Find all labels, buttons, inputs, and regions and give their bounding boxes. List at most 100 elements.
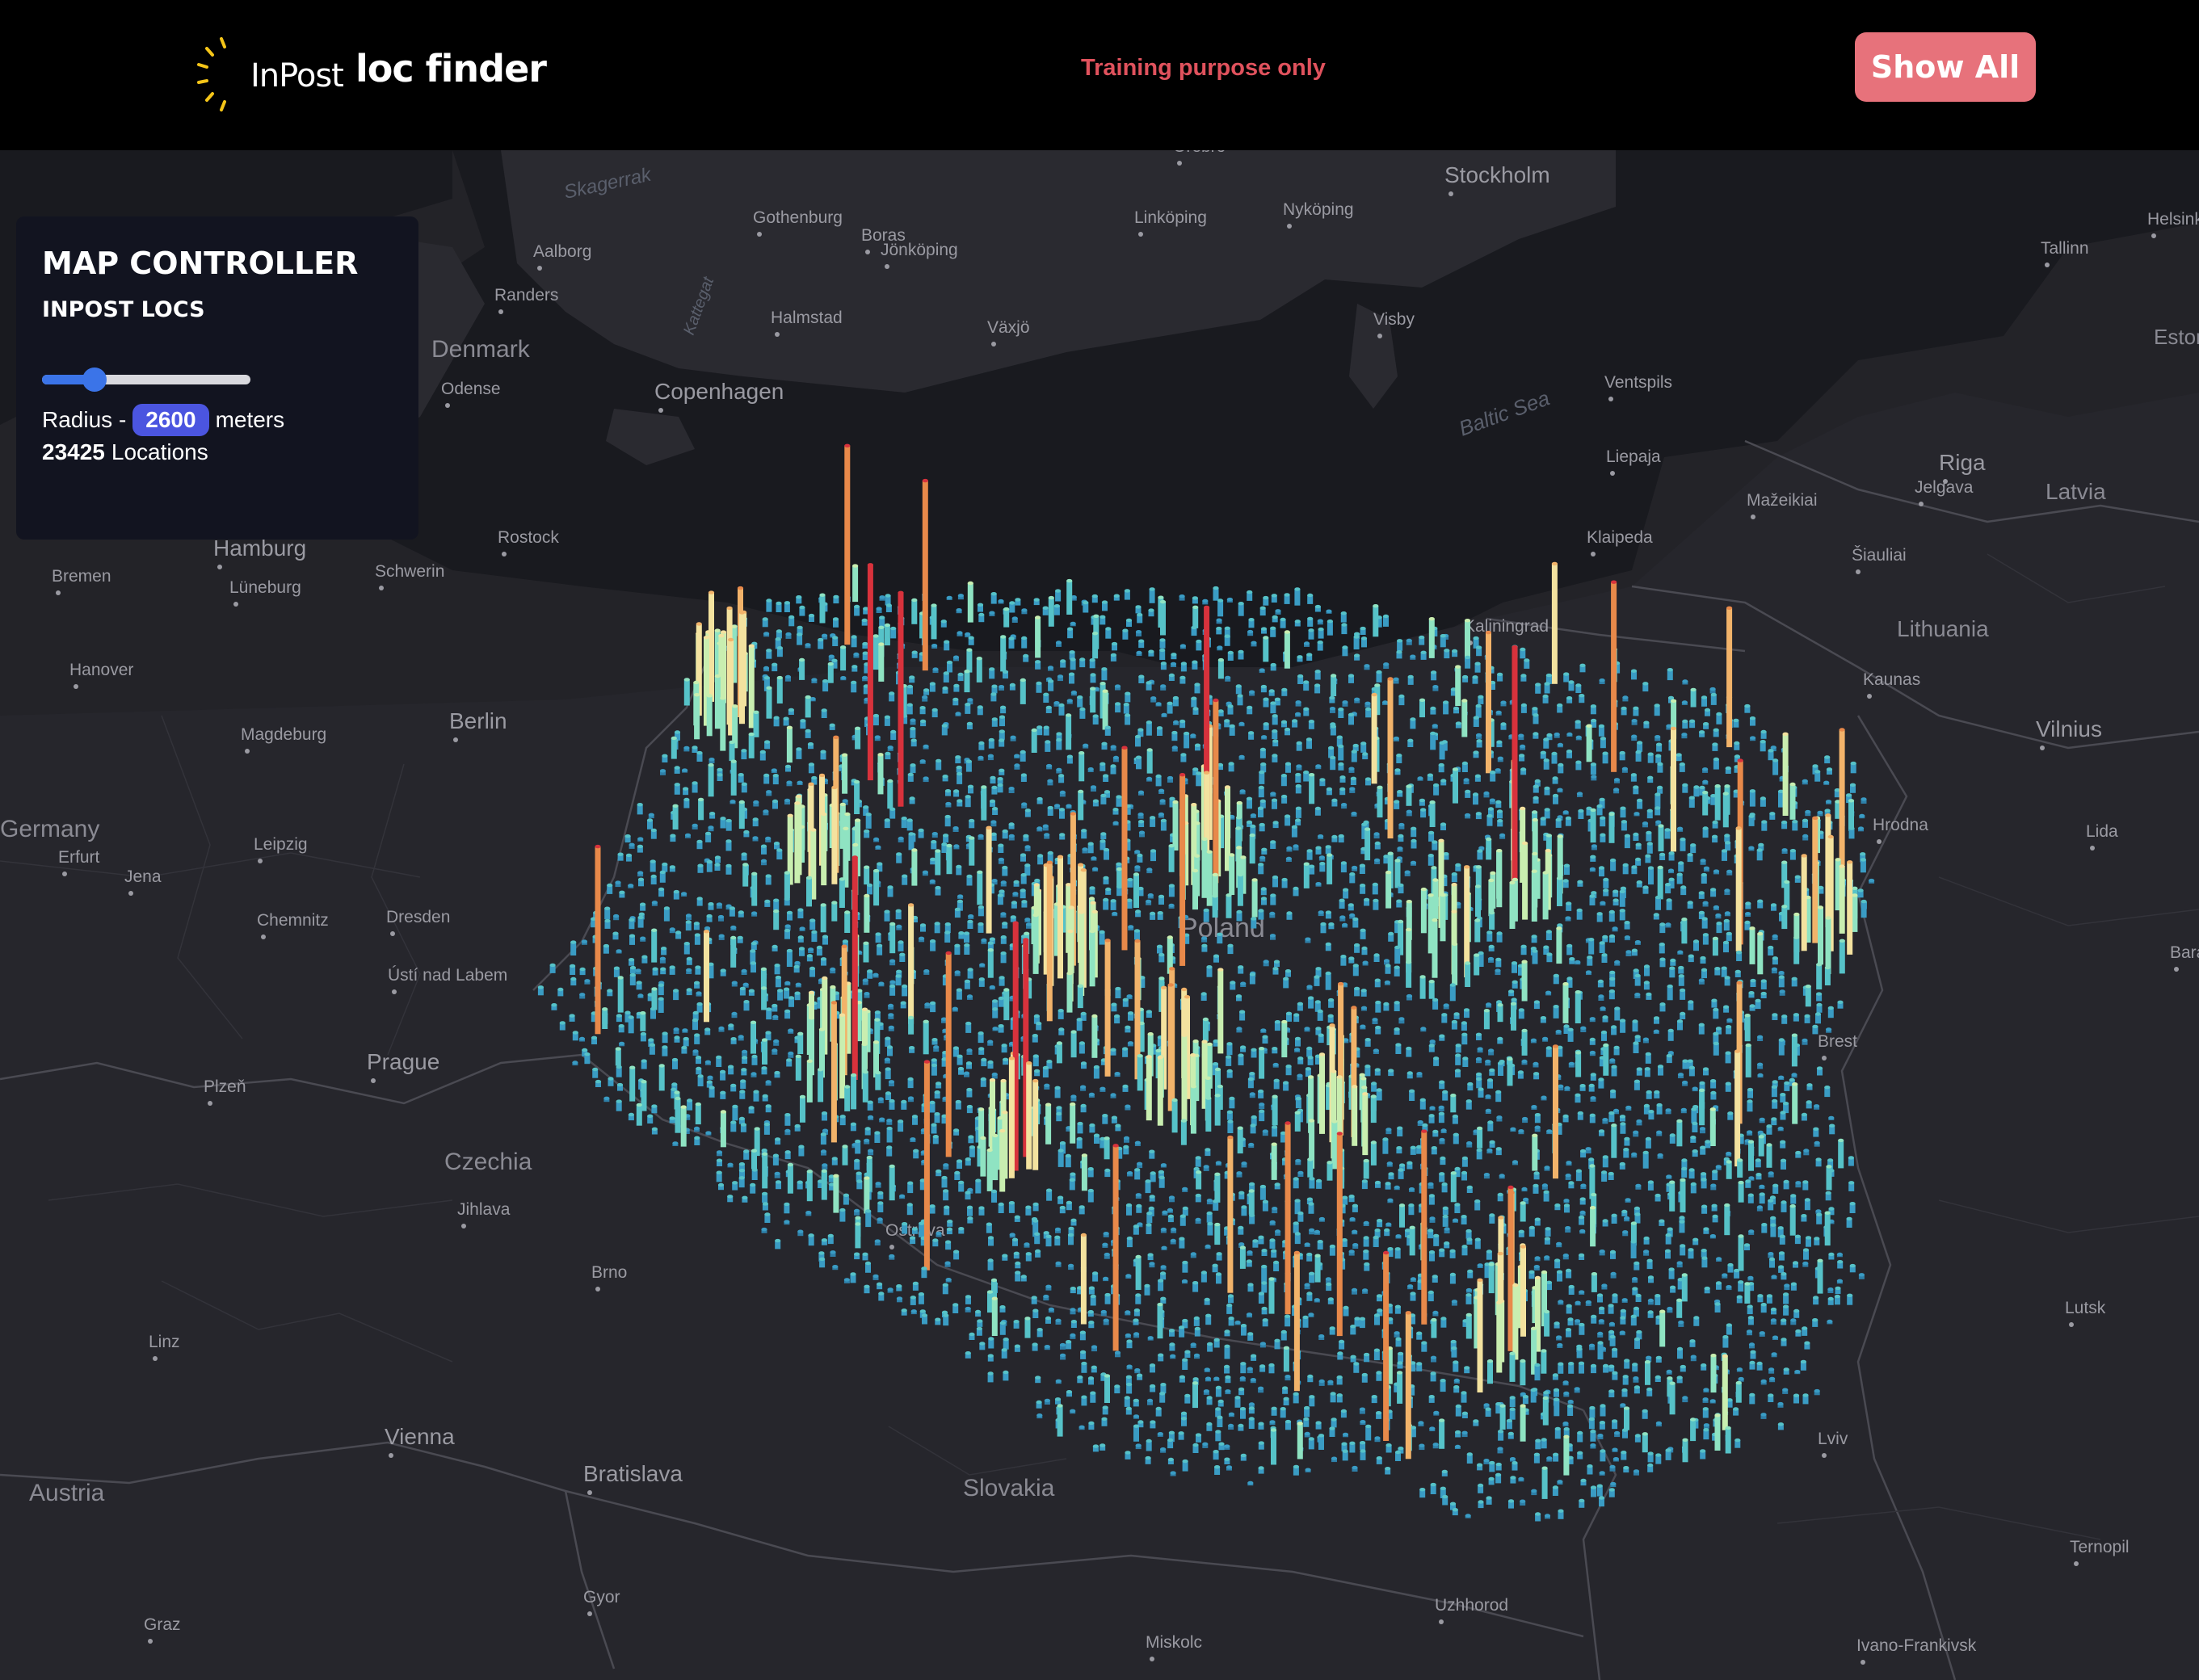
hexbin-cap xyxy=(1713,869,1720,873)
hexbin-cap xyxy=(1532,810,1538,814)
hexbin-cap xyxy=(997,893,1003,897)
hexbin-cap xyxy=(1643,720,1650,724)
inpost-logo[interactable]: InPost xyxy=(197,34,344,115)
sun-logo-icon xyxy=(197,37,236,111)
hexbin-cap xyxy=(1092,632,1099,636)
hexbin-cap xyxy=(1200,992,1207,996)
hexbin-cap xyxy=(1416,1072,1423,1076)
hexbin-column xyxy=(1511,1003,1516,1031)
city-label: Baran xyxy=(2170,943,2199,962)
city-label: Mažeikiai xyxy=(1747,491,1818,510)
hexbin-column xyxy=(1066,581,1073,615)
hexbin-cap xyxy=(1329,695,1335,700)
hexbin-cap xyxy=(1319,778,1326,782)
hexbin-cap xyxy=(852,564,859,568)
hexbin-column xyxy=(1603,1045,1609,1076)
hexbin-cap xyxy=(1158,976,1165,981)
hexbin-column xyxy=(1486,839,1492,860)
hexbin-cap xyxy=(785,632,792,636)
hexbin-cap xyxy=(1089,929,1095,934)
hexbin-cap xyxy=(885,594,891,598)
hexbin-cap xyxy=(1474,884,1482,888)
hexbin-cap xyxy=(1362,752,1369,756)
hexbin-column xyxy=(1294,589,1301,606)
hexbin-cap xyxy=(1643,964,1650,968)
hexbin-cap xyxy=(923,688,930,692)
hexbin-column xyxy=(1116,869,1123,888)
hexbin-column xyxy=(1531,871,1537,922)
hexbin-cap xyxy=(1000,705,1007,709)
city-label: Uzhhorod xyxy=(1435,1596,1508,1615)
hexbin-cap xyxy=(1374,978,1381,982)
hexbin-cap xyxy=(1103,847,1110,852)
hexbin-cap xyxy=(1398,919,1404,924)
hexbin-cap xyxy=(1053,701,1060,705)
hexbin-column xyxy=(1749,791,1755,807)
hexbin-cap xyxy=(1398,694,1405,699)
hexbin-cap xyxy=(811,775,818,780)
city-label: Lviv xyxy=(1818,1430,1848,1448)
hexbin-column xyxy=(1551,563,1558,684)
hexbin-cap xyxy=(1869,878,1875,883)
hexbin-cap xyxy=(1688,796,1695,800)
hexbin-cap xyxy=(842,799,848,803)
hexbin-cap xyxy=(766,1007,772,1011)
city-dot xyxy=(1591,552,1596,556)
hexbin-cap xyxy=(1352,865,1358,870)
country-label: Slovakia xyxy=(963,1475,1055,1502)
hexbin-cap xyxy=(1848,826,1855,830)
hexbin-cap xyxy=(1462,674,1469,679)
hexbin-cap xyxy=(637,877,645,881)
hexbin-column xyxy=(946,846,952,875)
hexbin-cap xyxy=(907,1077,914,1082)
hexbin-cap xyxy=(1827,834,1834,839)
show-all-button[interactable]: Show All xyxy=(1855,32,2036,102)
hexbin-column xyxy=(1048,598,1054,627)
hexbin-cap xyxy=(1394,768,1401,772)
hexbin-cap xyxy=(788,1028,794,1032)
hexbin-cap xyxy=(683,787,689,791)
hexbin-cap xyxy=(741,782,747,786)
hexbin-cap xyxy=(669,927,675,931)
hexbin-column xyxy=(1432,920,1438,978)
hexbin-cap xyxy=(1303,641,1310,645)
hexbin-cap xyxy=(1687,901,1693,905)
hexbin-cap xyxy=(1272,1047,1278,1051)
hexbin-cap xyxy=(683,797,690,802)
hexbin-cap xyxy=(1440,634,1446,638)
hexbin-cap xyxy=(1172,695,1179,700)
hexbin-cap xyxy=(1148,608,1154,612)
hexbin-cap xyxy=(1725,1051,1731,1055)
hexbin-cap xyxy=(956,608,962,612)
hexbin-cap xyxy=(760,859,767,863)
hexbin-cap xyxy=(741,968,747,973)
hexbin-cap xyxy=(944,789,952,793)
hexbin-cap xyxy=(1508,989,1515,993)
hexbin-cap xyxy=(966,1048,973,1052)
hexbin-cap xyxy=(931,644,938,648)
hexbin-column xyxy=(773,911,780,930)
hexbin-cap xyxy=(743,830,750,834)
hexbin-cap xyxy=(1453,1012,1460,1016)
hexbin-cap xyxy=(1260,627,1268,631)
hexbin-cap xyxy=(1533,713,1539,717)
hexbin-cap xyxy=(1353,635,1360,639)
hexbin-cap xyxy=(1047,805,1053,810)
hexbin-cap xyxy=(1285,814,1291,818)
hexbin-cap xyxy=(895,974,902,978)
hexbin-cap xyxy=(1406,638,1412,643)
hexbin-cap xyxy=(1180,753,1187,757)
hexbin-column xyxy=(976,658,982,682)
hexbin-cap xyxy=(696,897,703,901)
hexbin-cap xyxy=(794,801,801,805)
hexbin-cap xyxy=(1338,762,1344,766)
hexbin-cap xyxy=(737,586,744,590)
hexbin-cap xyxy=(1137,813,1144,817)
hexbin-cap xyxy=(1451,1019,1457,1024)
hexbin-cap xyxy=(1217,968,1224,972)
city-label: Jelgava xyxy=(1915,478,1974,497)
hexbin-column xyxy=(1522,843,1528,920)
hexbin-column xyxy=(1556,928,1562,964)
hexbin-column xyxy=(969,838,975,866)
hexbin-cap xyxy=(1272,821,1279,825)
